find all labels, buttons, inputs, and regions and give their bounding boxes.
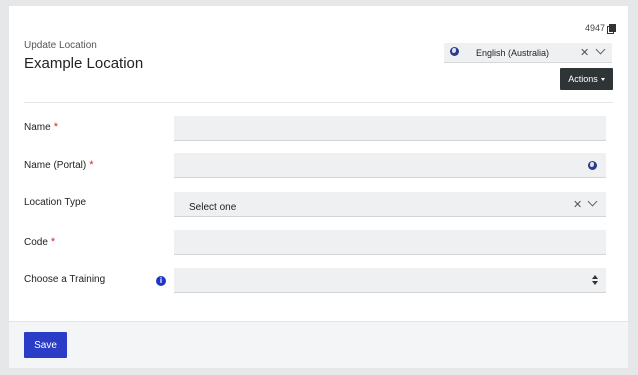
location-type-value: Select one: [189, 202, 237, 213]
chevron-down-icon[interactable]: [587, 196, 598, 207]
language-select[interactable]: English (Australia) ✕: [444, 43, 612, 63]
save-button[interactable]: Save: [24, 332, 67, 358]
training-label: Choose a Training: [24, 274, 105, 285]
training-select[interactable]: [174, 268, 606, 293]
code-label: Code *: [24, 236, 55, 248]
divider: [24, 102, 613, 103]
name-portal-input[interactable]: [174, 153, 606, 178]
caret-down-icon: [600, 77, 605, 81]
required-marker: *: [89, 159, 94, 171]
globe-icon: [450, 47, 459, 56]
name-label: Name *: [24, 121, 58, 133]
name-portal-label: Name (Portal) *: [24, 159, 94, 171]
language-value: English (Australia): [476, 48, 550, 58]
code-input[interactable]: [174, 230, 606, 255]
page-subtitle: Update Location: [24, 40, 97, 51]
location-type-label: Location Type: [24, 197, 86, 208]
required-marker: *: [53, 121, 58, 133]
record-id-text: 4947: [584, 23, 605, 33]
info-icon[interactable]: i: [156, 276, 166, 286]
name-portal-label-text: Name (Portal): [24, 160, 87, 171]
location-type-select[interactable]: Select one ✕: [174, 192, 606, 217]
sort-arrows-icon: [592, 275, 598, 285]
form-footer: Save: [9, 321, 628, 368]
page-title: Example Location: [24, 55, 144, 72]
code-label-text: Code: [24, 237, 48, 248]
chevron-down-icon[interactable]: [595, 44, 606, 55]
copy-icon[interactable]: [607, 23, 616, 34]
globe-icon[interactable]: [588, 161, 597, 170]
clear-icon[interactable]: ✕: [580, 46, 589, 59]
actions-label: Actions: [568, 74, 598, 84]
clear-icon[interactable]: ✕: [573, 198, 582, 211]
name-label-text: Name: [24, 122, 51, 133]
form-card: 4947 Update Location Example Location En…: [9, 6, 628, 368]
required-marker: *: [50, 236, 56, 248]
training-label-text: Choose a Training: [24, 274, 106, 285]
actions-dropdown-button[interactable]: Actions: [560, 68, 613, 90]
name-input[interactable]: [174, 116, 606, 141]
location-type-label-text: Location Type: [24, 197, 87, 208]
record-id[interactable]: 4947: [584, 23, 616, 34]
